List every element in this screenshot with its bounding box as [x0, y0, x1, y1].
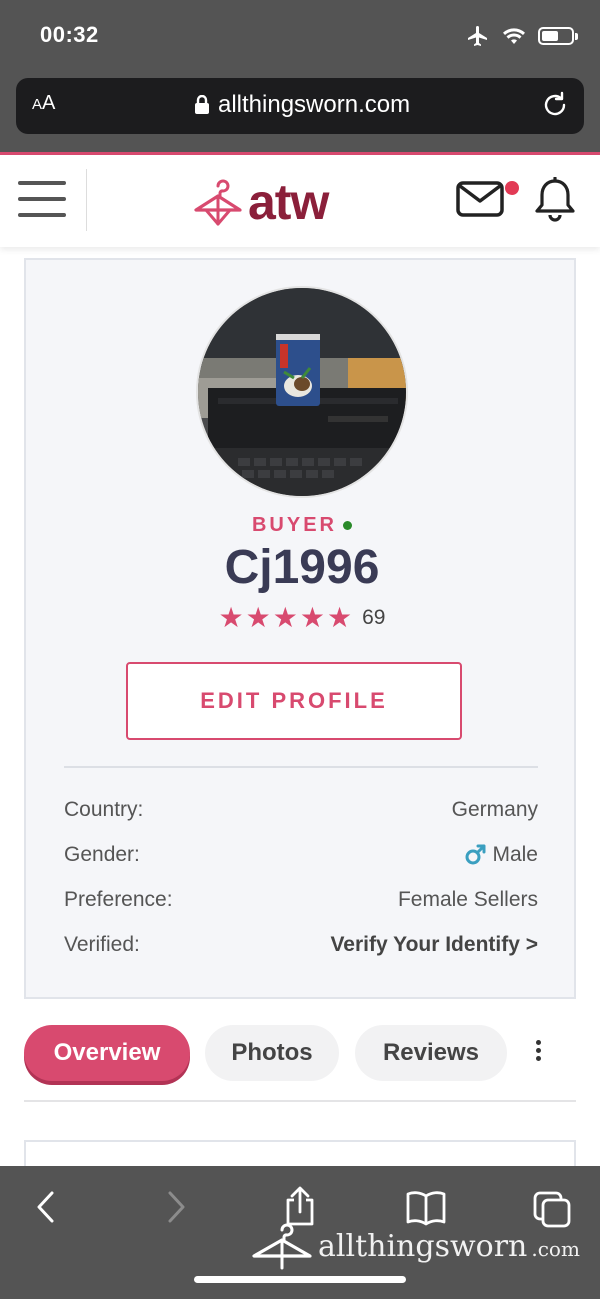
tab-overview[interactable]: Overview	[24, 1025, 190, 1081]
detail-label: Gender:	[64, 843, 140, 866]
detail-label: Country:	[64, 798, 144, 821]
star-icon: ★	[218, 602, 244, 633]
header-divider	[86, 169, 87, 231]
role-label: BUYER	[26, 514, 578, 537]
menu-icon[interactable]	[18, 181, 68, 221]
forward-icon[interactable]	[166, 1190, 186, 1224]
avatar[interactable]	[196, 286, 408, 498]
detail-row-gender: Gender: Male	[64, 843, 538, 867]
site-header: atw	[0, 155, 600, 247]
watermark-text: allthingsworn	[318, 1228, 528, 1264]
logo-text: atw	[248, 174, 329, 230]
detail-label: Preference:	[64, 888, 173, 911]
detail-value: Male	[464, 843, 538, 867]
ios-top-bar: 00:32 AA allthingsworn.com	[0, 0, 600, 152]
detail-value: Female Sellers	[397, 888, 538, 911]
star-icon: ★	[272, 602, 298, 633]
male-symbol-icon	[465, 844, 486, 865]
gender-value: Male	[492, 843, 538, 866]
mail-icon[interactable]	[456, 181, 504, 217]
rating-count: 69	[362, 606, 386, 629]
status-time: 00:32	[40, 22, 99, 47]
url-display[interactable]: allthingsworn.com	[194, 91, 410, 119]
airplane-icon	[468, 26, 487, 46]
hanger-watermark-icon	[252, 1223, 312, 1270]
watermark-domain: .com	[531, 1237, 580, 1261]
profile-card: BUYER Cj1996 ★ ★ ★ ★ ★ 69 EDIT PROFILE C…	[24, 258, 576, 999]
card-divider	[64, 766, 538, 768]
detail-row-verified: Verified: Verify Your Identify >	[64, 933, 538, 957]
site-logo[interactable]: atw	[192, 173, 329, 231]
url-bar[interactable]: AA allthingsworn.com	[16, 78, 584, 134]
reload-icon[interactable]	[540, 90, 570, 120]
home-indicator[interactable]	[194, 1276, 406, 1283]
more-options-icon[interactable]	[528, 1040, 548, 1070]
lock-icon	[195, 95, 209, 114]
back-icon[interactable]	[36, 1190, 56, 1224]
rating[interactable]: ★ ★ ★ ★ ★ 69	[26, 604, 578, 632]
detail-label: Verified:	[64, 933, 140, 956]
site-watermark: allthingsworn .com	[250, 1220, 580, 1272]
role-text: BUYER	[251, 514, 337, 536]
status-icons	[466, 24, 578, 48]
star-icon: ★	[326, 602, 353, 633]
avatar-photo	[198, 288, 406, 496]
online-status-dot	[343, 521, 352, 531]
notification-dot	[505, 181, 519, 195]
star-icon: ★	[299, 602, 325, 633]
wifi-icon	[503, 28, 525, 44]
tabs-divider	[24, 1100, 576, 1102]
verify-identity-link[interactable]: Verify Your Identify >	[330, 933, 538, 957]
text-size-button[interactable]: AA	[32, 92, 55, 115]
hanger-logo-icon	[194, 179, 242, 226]
detail-row-country: Country: Germany	[64, 798, 538, 822]
edit-profile-button[interactable]: EDIT PROFILE	[126, 662, 462, 740]
tab-reviews[interactable]: Reviews	[355, 1025, 507, 1081]
detail-value: Germany	[451, 798, 538, 821]
username: Cj1996	[224, 541, 380, 594]
url-text: allthingsworn.com	[218, 91, 411, 118]
tab-photos[interactable]: Photos	[205, 1025, 339, 1081]
bell-icon[interactable]	[534, 177, 576, 223]
battery-icon	[538, 27, 574, 45]
detail-row-preference: Preference: Female Sellers	[64, 888, 538, 912]
star-icon: ★	[245, 602, 271, 633]
